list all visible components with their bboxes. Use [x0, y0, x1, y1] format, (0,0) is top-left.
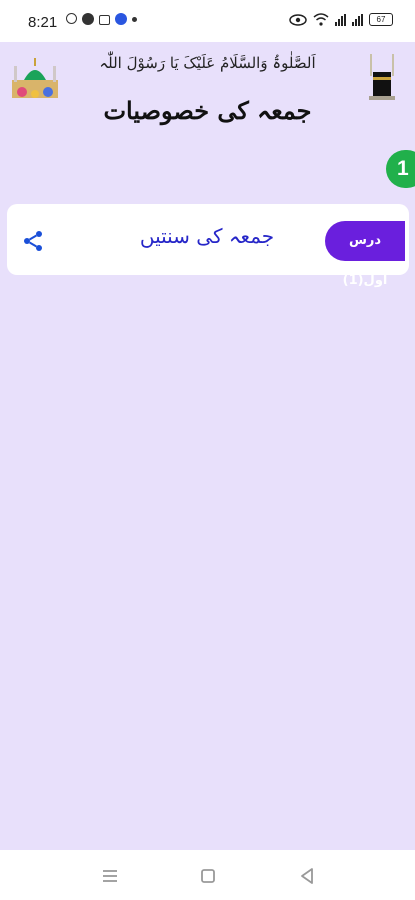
- lesson-count-badge: 1: [386, 150, 415, 188]
- kaaba-image: [369, 54, 395, 100]
- signal-icon: [335, 14, 346, 26]
- status-right-icons: 67: [289, 13, 393, 26]
- status-time: 8:21: [28, 14, 58, 31]
- wifi-icon: [313, 13, 329, 26]
- home-icon[interactable]: [198, 866, 218, 886]
- page-title: جمعہ کی خصوصیات: [103, 96, 312, 125]
- salutation-text: اَلصَّلٰوۃُ وَالسَّلَامُ عَلَیْکَ یَا رَ…: [99, 54, 316, 72]
- eye-icon: [289, 14, 307, 26]
- system-nav-bar: [0, 850, 415, 900]
- whatsapp-icon: [66, 13, 77, 24]
- green-dome-image: [12, 58, 58, 98]
- lesson-title[interactable]: جمعہ کی سنتیں: [87, 224, 327, 248]
- back-icon[interactable]: [297, 866, 317, 886]
- dnd-icon: [115, 13, 127, 25]
- lesson-number-badge: درس اول(1): [325, 221, 405, 288]
- app-header: اَلصَّلٰوۃُ وَالسَّلَامُ عَلَیْکَ یَا رَ…: [0, 42, 415, 137]
- notification-icons: [66, 13, 137, 25]
- share-icon[interactable]: [21, 229, 45, 253]
- lesson-card[interactable]: جمعہ کی سنتیں درس اول(1): [7, 204, 409, 288]
- status-bar: 8:21 67: [0, 0, 415, 42]
- whatsapp-business-icon: [82, 13, 94, 25]
- signal-2-icon: [352, 14, 363, 26]
- battery-icon: 67: [369, 13, 393, 26]
- menu-icon[interactable]: [100, 866, 120, 886]
- gmail-icon: [99, 15, 110, 25]
- dot-icon: [132, 17, 137, 22]
